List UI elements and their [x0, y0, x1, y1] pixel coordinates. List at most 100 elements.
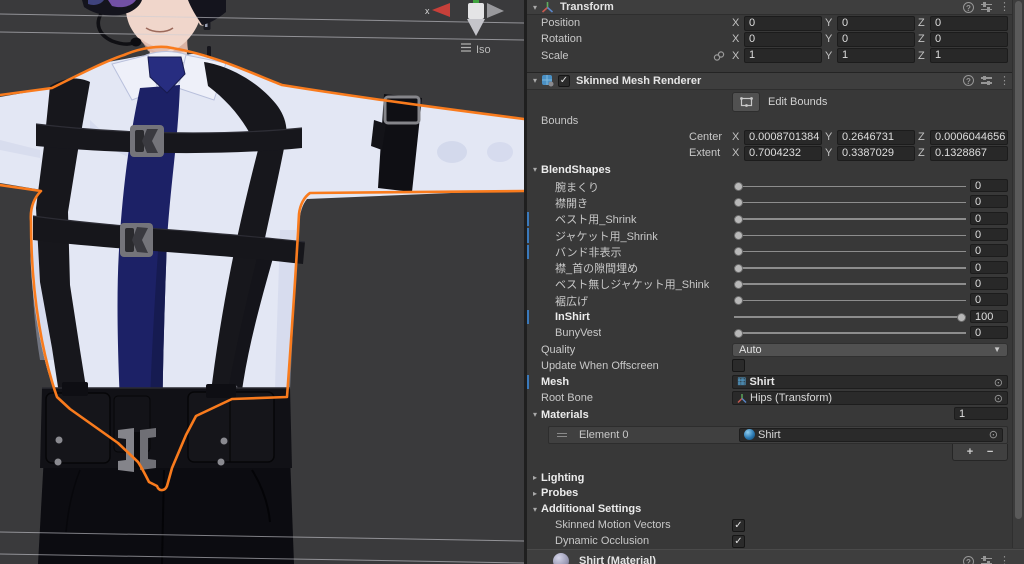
blendshapes-foldout[interactable]: ▾ BlendShapes	[527, 161, 1024, 178]
rotation-z-input[interactable]: 0	[930, 31, 1008, 47]
slider-knob[interactable]	[734, 263, 743, 273]
extent-y-input[interactable]: 0.3387029	[837, 145, 915, 161]
probes-foldout[interactable]: ▸ Probes	[527, 486, 1024, 502]
blendshape-slider[interactable]	[734, 260, 966, 276]
slider-knob[interactable]	[734, 247, 743, 257]
slider-track[interactable]	[734, 185, 966, 188]
slider-track[interactable]	[734, 218, 966, 220]
slider-knob[interactable]	[734, 182, 743, 192]
foldout-arrow-icon[interactable]: ▾	[529, 3, 541, 12]
foldout-arrow-icon[interactable]: ▾	[529, 505, 541, 514]
help-icon[interactable]: ?	[963, 1, 974, 13]
blendshape-value-input[interactable]: 0	[970, 293, 1008, 307]
quality-dropdown[interactable]: Auto ▼	[732, 342, 1008, 357]
blendshape-value-input[interactable]: 0	[970, 179, 1008, 193]
blendshape-value-input[interactable]: 0	[970, 244, 1008, 258]
kebab-menu-icon[interactable]: ⋮	[999, 75, 1010, 86]
blendshape-value-input[interactable]: 0	[970, 260, 1008, 274]
blendshape-slider[interactable]	[734, 244, 966, 260]
slider-knob[interactable]	[734, 231, 743, 241]
slider-track[interactable]	[734, 316, 966, 318]
slider-knob[interactable]	[734, 296, 743, 306]
transform-header[interactable]: ▾ Transform ? ⋮	[527, 0, 1024, 15]
presets-icon[interactable]	[981, 76, 992, 85]
remove-element-button[interactable]: −	[987, 446, 993, 458]
drag-handle-icon[interactable]	[557, 431, 567, 439]
blendshape-value-input[interactable]: 0	[970, 211, 1008, 225]
center-y-input[interactable]: 0.2646731	[837, 129, 915, 145]
edit-bounds-button[interactable]	[732, 91, 760, 112]
materials-count-input[interactable]: 1	[954, 407, 1008, 421]
slider-track[interactable]	[734, 250, 966, 253]
blendshape-value-input[interactable]: 100	[970, 309, 1008, 323]
update-when-offscreen-checkbox[interactable]: ✓	[732, 359, 745, 373]
scale-y-input[interactable]: 1	[837, 48, 915, 64]
slider-track[interactable]	[734, 332, 966, 334]
material-object-field[interactable]: Shirt ⊙	[739, 427, 1003, 442]
root-bone-object-field[interactable]: Hips (Transform) ⊙	[732, 391, 1008, 406]
inspector-scrollbar[interactable]	[1012, 0, 1024, 548]
skinned-motion-vectors-checkbox[interactable]: ✓	[732, 518, 745, 532]
add-element-button[interactable]: +	[967, 446, 973, 458]
foldout-arrow-icon[interactable]: ▾	[529, 410, 541, 419]
rotation-x-input[interactable]: 0	[744, 31, 822, 47]
blendshape-slider[interactable]	[734, 227, 966, 243]
slider-knob[interactable]	[734, 328, 743, 338]
blendshape-slider[interactable]	[734, 195, 966, 211]
link-scale-icon[interactable]	[713, 50, 725, 62]
blendshape-value-input[interactable]: 0	[970, 228, 1008, 242]
kebab-menu-icon[interactable]: ⋮	[999, 2, 1010, 13]
position-y-input[interactable]: 0	[837, 15, 915, 31]
slider-knob[interactable]	[734, 198, 743, 208]
component-enabled-checkbox[interactable]: ✓	[558, 74, 570, 87]
slider-knob[interactable]	[734, 214, 743, 224]
blendshape-value-input[interactable]: 0	[970, 276, 1008, 290]
blendshape-value-input[interactable]: 0	[970, 195, 1008, 209]
slider-track[interactable]	[734, 299, 966, 302]
rotation-y-input[interactable]: 0	[837, 31, 915, 47]
slider-knob[interactable]	[957, 312, 966, 322]
foldout-arrow-icon[interactable]: ▾	[529, 76, 541, 85]
object-picker-icon[interactable]: ⊙	[994, 376, 1003, 389]
lighting-foldout[interactable]: ▸ Lighting	[527, 470, 1024, 486]
material-inspector-bar[interactable]: Shirt (Material) ? ⋮	[527, 549, 1024, 564]
skinned-mesh-renderer-header[interactable]: ▾ ✓ Skinned Mesh Renderer ? ⋮	[527, 71, 1024, 90]
center-x-input[interactable]: 0.0008701384	[744, 129, 822, 145]
presets-icon[interactable]	[981, 556, 992, 564]
foldout-arrow-icon[interactable]: ▾	[529, 165, 541, 174]
blendshape-value-input[interactable]: 0	[970, 325, 1008, 339]
foldout-arrow-icon[interactable]: ▸	[529, 473, 541, 482]
material-element[interactable]: Element 0 Shirt ⊙	[548, 425, 1008, 444]
help-icon[interactable]: ?	[963, 75, 974, 87]
scale-z-input[interactable]: 1	[930, 48, 1008, 64]
position-z-input[interactable]: 0	[930, 15, 1008, 31]
extent-x-input[interactable]: 0.7004232	[744, 145, 822, 161]
materials-foldout-row[interactable]: ▾ Materials 1	[527, 407, 1024, 423]
blendshape-slider[interactable]	[734, 211, 966, 227]
blendshape-slider[interactable]	[734, 276, 966, 292]
extent-z-input[interactable]: 0.1328867	[930, 145, 1008, 161]
gizmo-center-cube[interactable]	[468, 3, 484, 19]
slider-track[interactable]	[734, 201, 966, 204]
blendshape-slider[interactable]	[734, 293, 966, 309]
presets-icon[interactable]	[981, 2, 992, 12]
slider-track[interactable]	[734, 234, 966, 237]
mesh-object-field[interactable]: ▦ Shirt ⊙	[732, 375, 1008, 390]
dynamic-occlusion-checkbox[interactable]: ✓	[732, 534, 745, 548]
foldout-arrow-icon[interactable]: ▸	[529, 489, 541, 498]
slider-track[interactable]	[734, 283, 966, 285]
object-picker-icon[interactable]: ⊙	[994, 392, 1003, 405]
object-picker-icon[interactable]: ⊙	[989, 428, 998, 441]
additional-settings-foldout[interactable]: ▾ Additional Settings	[527, 501, 1024, 517]
position-x-input[interactable]: 0	[744, 15, 822, 31]
blendshape-slider[interactable]	[734, 325, 966, 341]
slider-track[interactable]	[734, 267, 966, 269]
scale-x-input[interactable]: 1	[744, 48, 822, 64]
help-icon[interactable]: ?	[963, 555, 974, 564]
scene-view[interactable]: x Iso	[0, 0, 524, 564]
blendshape-slider[interactable]	[734, 309, 966, 325]
kebab-menu-icon[interactable]: ⋮	[999, 556, 1010, 564]
center-z-input[interactable]: 0.0006044656	[930, 129, 1008, 145]
blendshape-slider[interactable]	[734, 178, 966, 194]
scrollbar-thumb[interactable]	[1015, 1, 1022, 519]
